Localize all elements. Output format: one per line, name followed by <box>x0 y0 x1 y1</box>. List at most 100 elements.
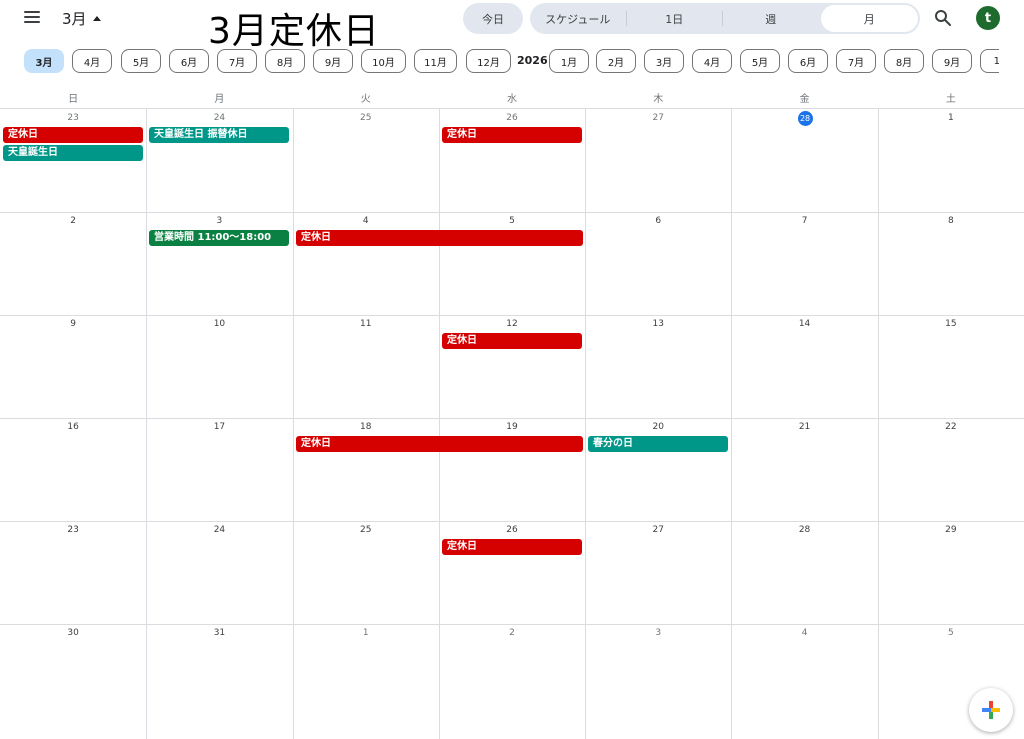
view-schedule-button[interactable]: スケジュール <box>530 3 626 34</box>
day-number[interactable]: 3 <box>209 216 229 226</box>
month-chip[interactable]: 4月 <box>72 49 112 73</box>
day-number[interactable]: 19 <box>502 422 522 432</box>
month-chip[interactable]: 10 <box>980 49 999 73</box>
day-number[interactable]: 14 <box>795 319 815 329</box>
month-chip[interactable]: 7月 <box>217 49 257 73</box>
month-dropdown-label: 3月 <box>62 10 87 28</box>
month-chip[interactable]: 10月 <box>361 49 406 73</box>
day-number[interactable]: 1 <box>941 113 961 123</box>
row-divider <box>0 624 1024 625</box>
day-number[interactable]: 23 <box>63 525 83 535</box>
month-chip[interactable]: 1月 <box>549 49 589 73</box>
event-chip[interactable]: 定休日 <box>442 127 582 143</box>
day-number[interactable]: 17 <box>209 422 229 432</box>
day-number[interactable]: 28 <box>795 525 815 535</box>
day-number[interactable]: 10 <box>209 319 229 329</box>
day-number[interactable]: 20 <box>648 422 668 432</box>
month-chip[interactable]: 6月 <box>169 49 209 73</box>
event-chip[interactable]: 天皇誕生日 振替休日 <box>149 127 289 143</box>
month-chip[interactable]: 5月 <box>740 49 780 73</box>
day-number[interactable]: 2 <box>63 216 83 226</box>
day-number[interactable]: 26 <box>502 525 522 535</box>
month-chip-bar: 3月 4月 5月 6月 7月 8月 9月 10月 11月 12月 2026 1月 2月 3月 4月 5月 6月 7… <box>24 49 999 73</box>
day-number[interactable]: 13 <box>648 319 668 329</box>
day-number[interactable]: 4 <box>795 628 815 638</box>
event-chip[interactable]: 定休日 <box>442 333 582 349</box>
menu-icon[interactable] <box>24 11 40 25</box>
month-grid: 23 24 25 26 27 28 1 2 3 4 5 6 7 8 9 10 11 12 13 14 15 16 17 18 1… <box>0 108 1024 739</box>
column-divider <box>439 109 440 739</box>
event-chip[interactable]: 定休日 <box>296 230 583 246</box>
day-number[interactable]: 27 <box>648 525 668 535</box>
day-number[interactable]: 16 <box>63 422 83 432</box>
day-number[interactable]: 25 <box>356 525 376 535</box>
day-number[interactable]: 24 <box>209 525 229 535</box>
day-number[interactable]: 23 <box>63 113 83 123</box>
column-divider <box>146 109 147 739</box>
row-divider <box>0 521 1024 522</box>
day-number[interactable]: 7 <box>795 216 815 226</box>
event-chip[interactable]: 天皇誕生日 <box>3 145 143 161</box>
day-number[interactable]: 9 <box>63 319 83 329</box>
avatar[interactable]: t <box>976 6 1000 30</box>
view-switcher: スケジュール 1日 週 月 <box>530 3 920 34</box>
day-number[interactable]: 25 <box>356 113 376 123</box>
event-chip[interactable]: 春分の日 <box>588 436 728 452</box>
month-chip[interactable]: 7月 <box>836 49 876 73</box>
day-number[interactable]: 4 <box>356 216 376 226</box>
plus-icon <box>982 701 1000 719</box>
weekday-label: 水 <box>506 94 517 105</box>
day-number[interactable]: 31 <box>209 628 229 638</box>
month-chip[interactable]: 4月 <box>692 49 732 73</box>
view-week-button[interactable]: 週 <box>723 3 819 34</box>
event-chip[interactable]: 定休日 <box>442 539 582 555</box>
month-dropdown[interactable]: 3月 <box>62 8 101 29</box>
day-number[interactable]: 18 <box>356 422 376 432</box>
day-number[interactable]: 6 <box>648 216 668 226</box>
month-chip[interactable]: 9月 <box>932 49 972 73</box>
month-chip[interactable]: 12月 <box>466 49 511 73</box>
day-number[interactable]: 30 <box>63 628 83 638</box>
day-number[interactable]: 2 <box>502 628 522 638</box>
column-divider <box>878 109 879 739</box>
create-event-button[interactable] <box>969 688 1013 732</box>
day-number[interactable]: 26 <box>502 113 522 123</box>
today-button[interactable]: 今日 <box>463 3 523 34</box>
weekday-label: 土 <box>945 94 956 105</box>
day-number[interactable]: 3 <box>648 628 668 638</box>
day-number[interactable]: 22 <box>941 422 961 432</box>
event-chip[interactable]: 定休日 <box>296 436 583 452</box>
view-day-button[interactable]: 1日 <box>627 3 723 34</box>
day-number[interactable]: 12 <box>502 319 522 329</box>
weekday-header-row: 日月火水木金土 <box>0 90 1024 108</box>
month-chip[interactable]: 9月 <box>313 49 353 73</box>
weekday-label: 日 <box>68 94 79 105</box>
month-chip[interactable]: 3月 <box>644 49 684 73</box>
day-number[interactable]: 1 <box>356 628 376 638</box>
event-chip[interactable]: 営業時間 11:00～18:00 <box>149 230 289 246</box>
year-label: 2026 <box>517 54 548 67</box>
day-number[interactable]: 8 <box>941 216 961 226</box>
row-divider <box>0 315 1024 316</box>
day-number[interactable]: 29 <box>941 525 961 535</box>
month-chip[interactable]: 3月 <box>24 49 64 73</box>
month-chip[interactable]: 8月 <box>265 49 305 73</box>
day-number[interactable]: 24 <box>209 113 229 123</box>
view-month-button[interactable]: 月 <box>820 5 918 32</box>
day-number[interactable]: 21 <box>795 422 815 432</box>
event-chip[interactable]: 定休日 <box>3 127 143 143</box>
month-chip[interactable]: 11月 <box>414 49 457 73</box>
month-chip[interactable]: 2月 <box>596 49 636 73</box>
month-chip[interactable]: 8月 <box>884 49 924 73</box>
weekday-label: 金 <box>799 94 810 105</box>
day-number[interactable]: 5 <box>941 628 961 638</box>
day-number[interactable]: 27 <box>648 113 668 123</box>
column-divider <box>731 109 732 739</box>
day-number[interactable]: 15 <box>941 319 961 329</box>
today-date[interactable]: 28 <box>797 111 813 126</box>
day-number[interactable]: 5 <box>502 216 522 226</box>
month-chip[interactable]: 5月 <box>121 49 161 73</box>
search-icon[interactable] <box>934 9 952 27</box>
day-number[interactable]: 11 <box>356 319 376 329</box>
month-chip[interactable]: 6月 <box>788 49 828 73</box>
